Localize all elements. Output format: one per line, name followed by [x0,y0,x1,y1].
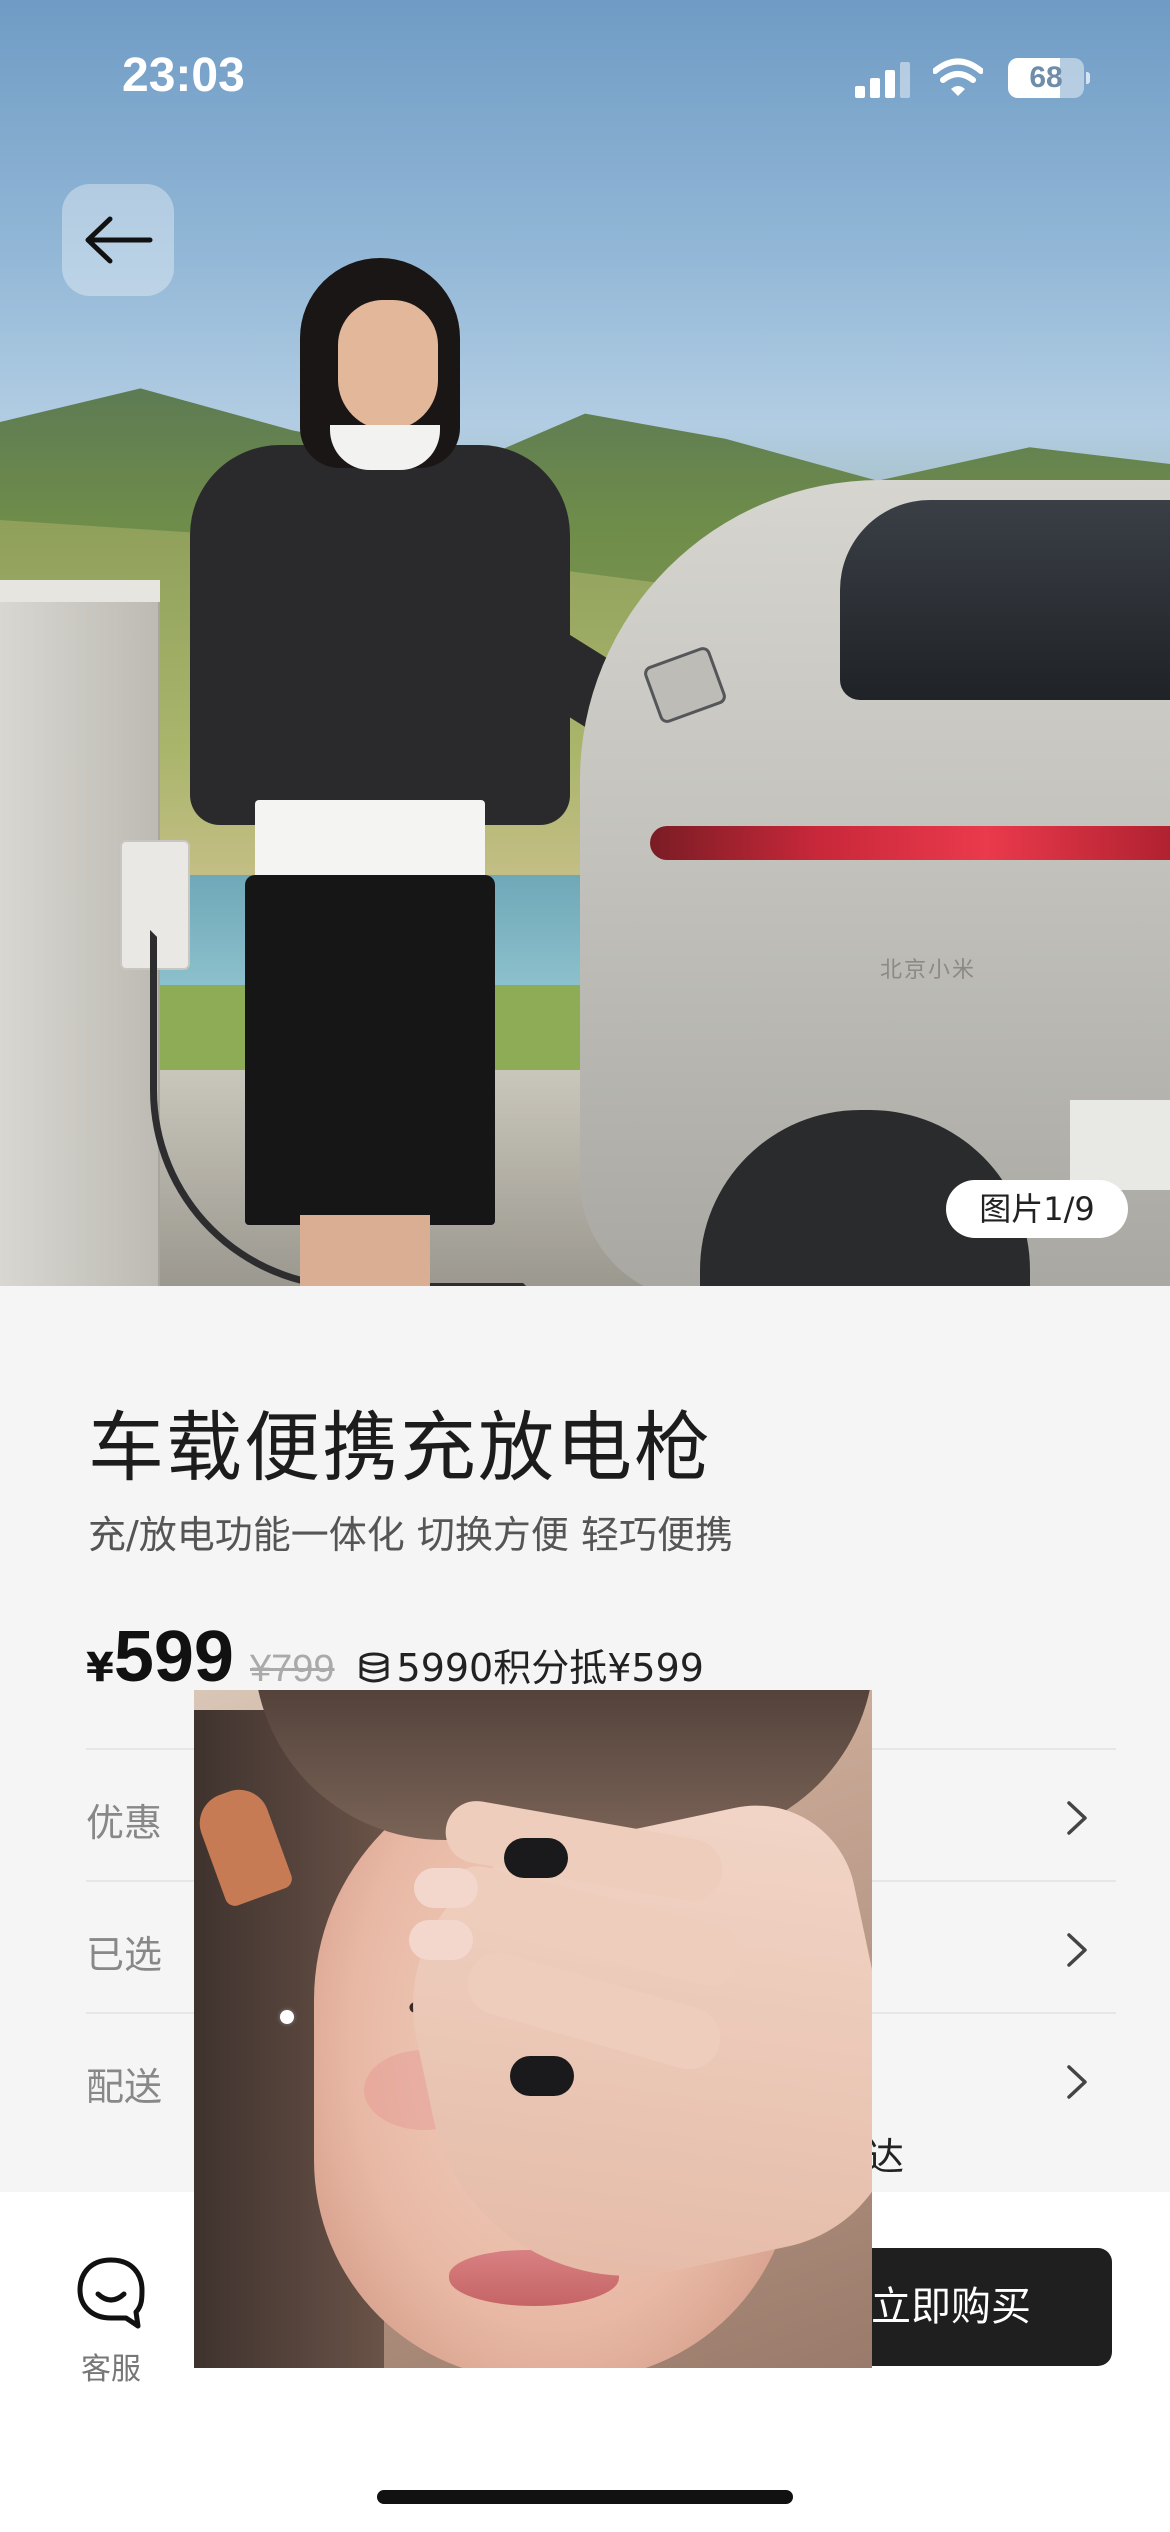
row-label: 优惠 [86,1801,163,1845]
video-nail [409,1920,473,1960]
customer-service-button[interactable]: 客服 [68,2252,154,2387]
price-row: ¥ 599 ¥799 5990积分抵¥599 [86,1616,704,1697]
status-time: 23:03 [122,49,245,102]
person-shirt [255,800,485,885]
signal-icon [855,62,911,98]
person-legs [300,1215,430,1286]
person-skirt [245,875,495,1225]
row-label: 已选 [86,1933,163,1977]
video-nail [510,2056,574,2096]
product-hero-image[interactable]: 北京小米 [0,0,1170,1286]
battery-percentage: 68 [1029,61,1063,94]
original-price: ¥799 [249,1648,335,1690]
person-face [338,300,438,430]
back-button[interactable] [62,184,174,296]
customer-service-label: 客服 [81,2352,141,2387]
video-nail [414,1868,478,1908]
chevron-right-icon [1067,1933,1087,1967]
chevron-right-icon [1067,1801,1087,1835]
price-currency: ¥ [86,1645,114,1691]
chevron-right-icon [1067,2065,1087,2099]
video-earring [280,2010,294,2024]
video-nail [504,1838,568,1878]
price-value: 599 [113,1617,234,1697]
chat-bubble-icon [77,2257,145,2329]
product-subtitle: 充/放电功能一体化 切换方便 轻巧便携 [88,1513,733,1557]
battery-icon: 68 [1008,58,1090,98]
product-title: 车载便携充放电枪 [88,1403,712,1492]
arrow-left-icon [85,216,153,264]
wifi-icon [933,58,983,96]
car-rear-window [840,500,1170,700]
points-coin-icon [359,1652,389,1683]
car-badge: 北京小米 [880,958,977,983]
image-counter-badge: 图片1/9 [946,1180,1128,1238]
car-tail-light [650,826,1170,860]
home-indicator[interactable] [377,2490,793,2504]
points-deduction: 5990积分抵¥599 [396,1646,704,1690]
floating-video-overlay[interactable] [194,1690,872,2368]
car-plate [1070,1100,1170,1190]
status-bar: 23:03 68 [0,0,1170,150]
row-label: 配送 [86,2065,163,2109]
product-detail-page: 北京小米 23:03 68 图片1/9 车载便携充放电枪 充/放电功能一体化 切… [0,0,1170,2532]
